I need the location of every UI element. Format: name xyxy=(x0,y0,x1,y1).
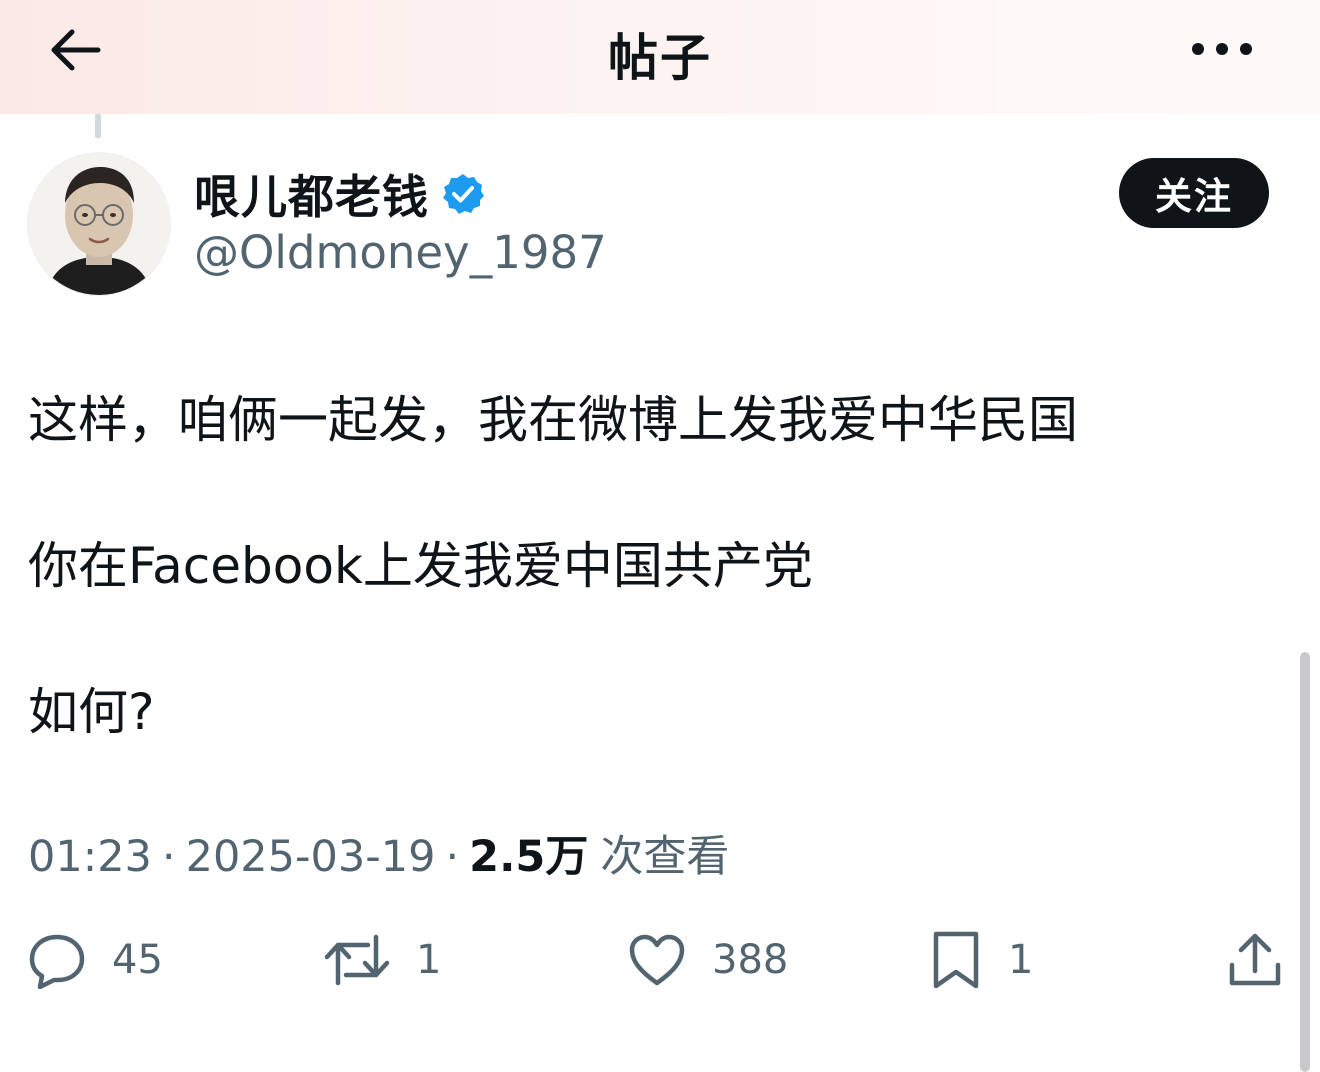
verified-badge-icon xyxy=(443,174,484,214)
thread-connector-line xyxy=(95,114,101,138)
reply-icon xyxy=(29,934,85,989)
share-icon xyxy=(1229,933,1281,986)
top-bar: 帖子 xyxy=(0,0,1320,114)
like-button[interactable]: 388 xyxy=(628,926,788,994)
separator-dot: · xyxy=(445,832,460,882)
heart-icon xyxy=(629,934,685,986)
follow-button[interactable]: 关注 xyxy=(1119,158,1269,228)
back-button[interactable] xyxy=(40,20,108,80)
bookmark-count: 1 xyxy=(1008,937,1034,983)
separator-dot: · xyxy=(161,832,176,882)
more-options-button[interactable] xyxy=(1182,24,1262,74)
views-count: 2.5万 xyxy=(469,832,589,882)
post-text-line: 这样，咱俩一起发，我在微博上发我爱中华民国 xyxy=(28,391,1078,449)
author-handle[interactable]: @Oldmoney_1987 xyxy=(194,226,607,279)
like-count: 388 xyxy=(712,937,789,983)
author-name-row[interactable]: 哏儿都老钱 xyxy=(194,162,485,226)
arrow-left-icon xyxy=(51,29,101,71)
repost-icon xyxy=(324,934,390,986)
bookmark-icon xyxy=(933,931,979,989)
scrollbar[interactable] xyxy=(1300,652,1310,1072)
avatar[interactable] xyxy=(27,152,171,296)
post-time[interactable]: 01:23 xyxy=(28,832,152,882)
more-horizontal-icon xyxy=(1192,43,1252,55)
avatar-portrait xyxy=(28,153,170,295)
repost-button[interactable]: 1 xyxy=(324,926,441,994)
bookmark-button[interactable]: 1 xyxy=(930,926,1033,994)
share-button[interactable] xyxy=(1226,926,1284,994)
display-name[interactable]: 哏儿都老钱 xyxy=(194,161,429,227)
post-date[interactable]: 2025-03-19 xyxy=(186,832,436,882)
post-text-line: 你在Facebook上发我爱中国共产党 xyxy=(28,537,813,595)
post-metadata: 01:23 · 2025-03-19 · 2.5万 次查看 xyxy=(28,822,729,884)
views-label: 次查看 xyxy=(600,832,730,882)
post-text-line: 如何? xyxy=(28,683,155,741)
page-title: 帖子 xyxy=(608,29,712,87)
reply-count: 45 xyxy=(112,937,163,983)
reply-button[interactable]: 45 xyxy=(28,926,163,994)
repost-count: 1 xyxy=(416,937,442,983)
